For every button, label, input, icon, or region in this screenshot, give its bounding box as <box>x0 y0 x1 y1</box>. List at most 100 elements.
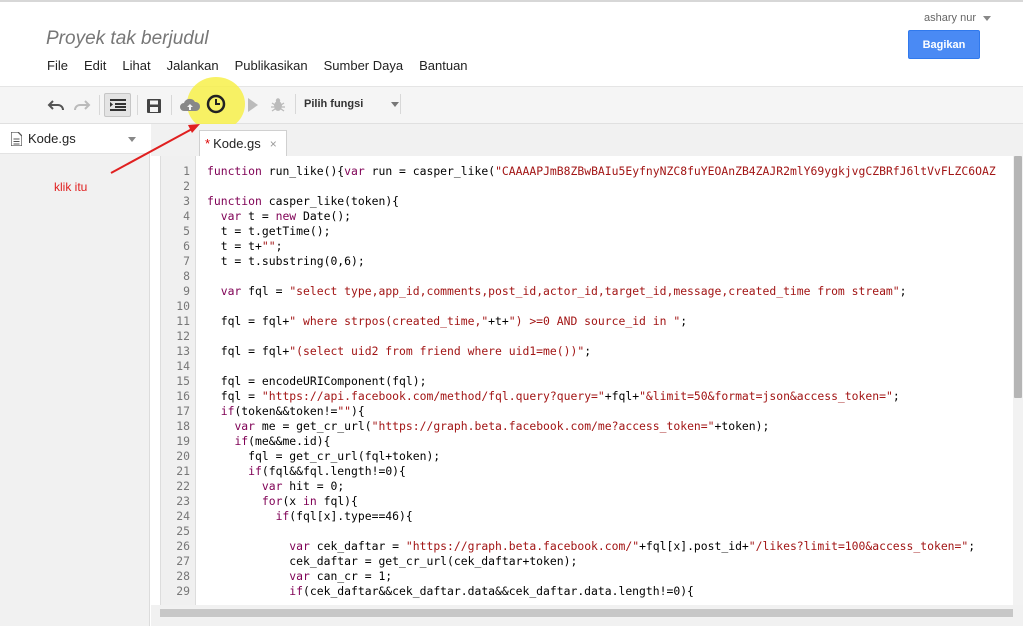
code-line[interactable]: 8 <box>161 269 1023 284</box>
tab-kode-gs[interactable]: * Kode.gs × <box>199 130 287 156</box>
line-number: 20 <box>176 449 190 463</box>
line-number: 13 <box>176 344 190 358</box>
share-button[interactable]: Bagikan <box>908 30 980 59</box>
code-editor[interactable]: 1 function run_like(){var run = casper_li… <box>160 156 1023 605</box>
line-number: 12 <box>176 329 190 343</box>
code-text[interactable]: if(cek_daftar&&cek_daftar.data&&cek_daft… <box>207 584 694 599</box>
close-icon[interactable]: × <box>270 137 277 151</box>
code-line[interactable]: 26 var cek_daftar = "https://graph.beta.… <box>161 539 1023 554</box>
project-title[interactable]: Proyek tak berjudul <box>46 28 209 50</box>
annotation-text: klik itu <box>54 180 88 194</box>
code-line[interactable]: 14 <box>161 359 1023 374</box>
unsaved-indicator: * <box>205 136 211 151</box>
tab-label: Kode.gs <box>213 136 261 151</box>
code-text[interactable]: for(x in fql){ <box>207 494 358 509</box>
indent-icon[interactable] <box>104 93 131 117</box>
line-number: 25 <box>176 524 190 538</box>
code-line[interactable]: 19 if(me&&me.id){ <box>161 434 1023 449</box>
code-line[interactable]: 21 if(fql&&fql.length!=0){ <box>161 464 1023 479</box>
line-number: 15 <box>176 374 190 388</box>
function-select[interactable]: Pilih fungsi <box>304 98 400 110</box>
code-line[interactable]: 29 if(cek_daftar&&cek_daftar.data&&cek_d… <box>161 584 1023 599</box>
code-line[interactable]: 27 cek_daftar = get_cr_url(cek_daftar+to… <box>161 554 1023 569</box>
code-text[interactable]: if(fql&&fql.length!=0){ <box>207 464 406 479</box>
code-text[interactable]: fql = get_cr_url(fql+token); <box>207 449 440 464</box>
code-line[interactable]: 5 t = t.getTime(); <box>161 224 1023 239</box>
code-line[interactable]: 24 if(fql[x].type==46){ <box>161 509 1023 524</box>
code-text[interactable]: var cek_daftar = "https://graph.beta.fac… <box>207 539 975 554</box>
menu-run[interactable]: Jalankan <box>167 58 219 73</box>
code-text[interactable]: var t = new Date(); <box>207 209 351 224</box>
code-line[interactable]: 23 for(x in fql){ <box>161 494 1023 509</box>
horizontal-scrollbar-thumb[interactable] <box>160 609 1013 617</box>
code-text[interactable]: t = t.getTime(); <box>207 224 331 239</box>
code-text[interactable]: if(me&&me.id){ <box>207 434 330 449</box>
code-line[interactable]: 16 fql = "https://api.facebook.com/metho… <box>161 389 1023 404</box>
user-name[interactable]: ashary nur <box>924 12 976 24</box>
code-line[interactable]: 11 fql = fql+" where strpos(created_time… <box>161 314 1023 329</box>
code-line[interactable]: 18 var me = get_cr_url("https://graph.be… <box>161 419 1023 434</box>
sidebar-file-item[interactable]: Kode.gs <box>0 124 150 154</box>
chevron-down-icon[interactable] <box>983 15 991 21</box>
code-text[interactable]: if(fql[x].type==46){ <box>207 509 413 524</box>
code-text[interactable]: function run_like(){var run = casper_lik… <box>207 164 996 179</box>
code-text[interactable]: cek_daftar = get_cr_url(cek_daftar+token… <box>207 554 577 569</box>
code-line[interactable]: 2 <box>161 179 1023 194</box>
code-lines: 1 function run_like(){var run = casper_li… <box>161 164 1023 599</box>
user-menu[interactable]: ashary nur <box>924 12 991 24</box>
code-text[interactable]: if(token&&token!=""){ <box>207 404 365 419</box>
menu-file[interactable]: File <box>47 58 68 73</box>
code-line[interactable]: 10 <box>161 299 1023 314</box>
redo-icon[interactable] <box>71 95 93 117</box>
menu-view[interactable]: Lihat <box>122 58 150 73</box>
run-icon[interactable] <box>242 94 264 116</box>
undo-icon[interactable] <box>45 95 67 117</box>
line-number: 19 <box>176 434 190 448</box>
save-icon[interactable] <box>143 95 165 117</box>
vertical-scrollbar-thumb[interactable] <box>1014 156 1022 398</box>
code-line[interactable]: 7 t = t.substring(0,6); <box>161 254 1023 269</box>
menu-edit[interactable]: Edit <box>84 58 106 73</box>
code-text[interactable]: fql = fql+" where strpos(created_time,"+… <box>207 314 687 329</box>
line-number: 2 <box>183 179 190 193</box>
toolbar-separator <box>99 95 100 115</box>
menu-resources[interactable]: Sumber Daya <box>324 58 403 73</box>
code-line[interactable]: 17 if(token&&token!=""){ <box>161 404 1023 419</box>
code-text[interactable]: fql = fql+"(select uid2 from friend wher… <box>207 344 591 359</box>
code-line[interactable]: 3 function casper_like(token){ <box>161 194 1023 209</box>
clock-trigger-icon[interactable] <box>205 93 227 115</box>
code-line[interactable]: 4 var t = new Date(); <box>161 209 1023 224</box>
code-line[interactable]: 15 fql = encodeURIComponent(fql); <box>161 374 1023 389</box>
line-number: 7 <box>183 254 190 268</box>
menu-publish[interactable]: Publikasikan <box>235 58 308 73</box>
code-line[interactable]: 6 t = t+""; <box>161 239 1023 254</box>
code-line[interactable]: 13 fql = fql+"(select uid2 from friend w… <box>161 344 1023 359</box>
line-number: 8 <box>183 269 190 283</box>
code-line[interactable]: 20 fql = get_cr_url(fql+token); <box>161 449 1023 464</box>
code-text[interactable]: t = t+""; <box>207 239 283 254</box>
code-line[interactable]: 28 var can_cr = 1; <box>161 569 1023 584</box>
line-number: 21 <box>176 464 190 478</box>
chevron-down-icon[interactable] <box>128 137 136 142</box>
code-text[interactable]: var hit = 0; <box>207 479 344 494</box>
code-text[interactable]: var can_cr = 1; <box>207 569 392 584</box>
code-line[interactable]: 9 var fql = "select type,app_id,comments… <box>161 284 1023 299</box>
code-line[interactable]: 22 var hit = 0; <box>161 479 1023 494</box>
code-text[interactable]: t = t.substring(0,6); <box>207 254 365 269</box>
code-line[interactable]: 12 <box>161 329 1023 344</box>
code-text[interactable]: var fql = "select type,app_id,comments,p… <box>207 284 907 299</box>
cloud-upload-icon[interactable] <box>179 94 201 116</box>
code-line[interactable]: 1 function run_like(){var run = casper_li… <box>161 164 1023 179</box>
menu-help[interactable]: Bantuan <box>419 58 467 73</box>
code-text[interactable]: fql = "https://api.facebook.com/method/f… <box>207 389 900 404</box>
horizontal-scrollbar[interactable] <box>160 608 1013 618</box>
code-text[interactable]: function casper_like(token){ <box>207 194 399 209</box>
code-text[interactable]: var me = get_cr_url("https://graph.beta.… <box>207 419 769 434</box>
line-number: 16 <box>176 389 190 403</box>
line-number: 4 <box>183 209 190 223</box>
line-number: 14 <box>176 359 190 373</box>
code-text[interactable]: fql = encodeURIComponent(fql); <box>207 374 427 389</box>
vertical-scrollbar[interactable] <box>1013 156 1023 605</box>
debug-icon[interactable] <box>267 94 289 116</box>
code-line[interactable]: 25 <box>161 524 1023 539</box>
